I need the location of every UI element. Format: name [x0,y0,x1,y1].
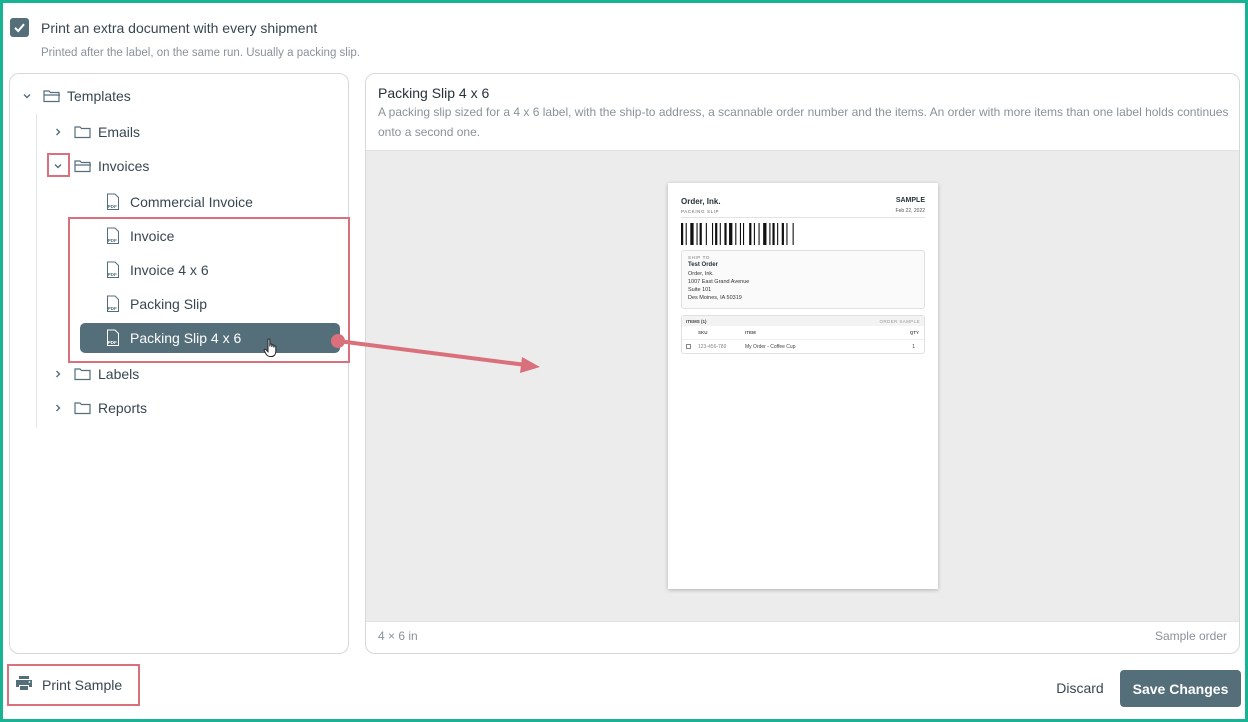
slip-subtitle: PACKING SLIP [681,209,720,214]
tree-folder-reports[interactable]: Reports [51,393,147,423]
ship-to-label: SHIP TO [688,255,710,260]
template-preview-panel: Packing Slip 4 x 6 A packing slip sized … [365,73,1240,654]
item-sku: 123-456-789 [698,344,727,350]
preview-source: Sample order [1154,629,1227,643]
folder-label-reports: Reports [98,400,148,416]
ship-to-line: Suite 101 [688,287,712,293]
folder-label-invoices: Invoices [98,158,150,174]
item-qty: 1 [912,344,915,350]
tree-file-commercial-invoice[interactable]: PDF Commercial Invoice [106,187,253,217]
items-title: ITEMS (1) [686,319,707,324]
items-col-qty: QTY [909,330,919,335]
tree-folder-emails[interactable]: Emails [51,117,140,147]
folder-icon [74,367,92,381]
check-icon [14,23,25,33]
preview-title: Packing Slip 4 x 6 [378,85,490,101]
ship-to-name: Test Order [688,262,718,268]
folder-label-labels: Labels [98,366,140,382]
items-col-item: ITEM [745,330,756,335]
folder-icon [74,125,92,139]
files-highlight-annotation [68,217,350,363]
printer-icon [15,675,33,696]
chevron-down-icon[interactable] [20,89,34,103]
order-barcode [681,223,794,245]
svg-text:PDF: PDF [108,204,117,209]
chevron-highlight-annotation [47,153,70,177]
ship-to-line: Des Moines, IA 50319 [688,295,742,301]
packing-slip-page: Order, Ink. PACKING SLIP SAMPLE Feb 22, … [668,183,938,589]
ship-to-line: 1007 East Grand Avenue [688,279,750,285]
items-col-sku: SKU [698,330,708,335]
ship-to-line: Order, Ink. [688,271,714,277]
items-table: ITEMS (1) ORDER SAMPLE SKU ITEM QTY 123-… [681,315,925,354]
slip-date: Feb 22, 2022 [895,208,925,214]
tree-root-templates[interactable]: Templates [20,81,131,111]
tree-root-label: Templates [67,88,131,104]
preview-size: 4 × 6 in [378,629,418,643]
slip-sample-badge: SAMPLE [895,197,925,204]
extra-document-option[interactable]: Print an extra document with every shipm… [10,18,317,37]
preview-canvas[interactable]: Order, Ink. PACKING SLIP SAMPLE Feb 22, … [366,150,1239,622]
items-divider [682,339,924,340]
discard-button[interactable]: Discard [1046,670,1114,706]
ship-to-box: SHIP TO Test Order Order, Ink. 1007 East… [681,250,925,309]
item-checkbox [686,344,691,349]
item-name: My Order - Coffee Cup [745,344,796,350]
folder-label-emails: Emails [98,124,141,140]
slip-company: Order, Ink. [681,197,721,206]
tree-guide-line [36,114,37,428]
folder-open-icon [43,89,61,103]
print-sample-button[interactable]: Print Sample [7,664,140,706]
extra-document-checkbox[interactable] [10,18,29,37]
extra-document-help: Printed after the label, on the same run… [41,47,360,59]
pdf-file-icon: PDF [106,193,122,211]
save-changes-button[interactable]: Save Changes [1120,670,1241,707]
folder-icon [74,401,92,415]
file-label: Commercial Invoice [130,194,253,210]
tree-folder-labels[interactable]: Labels [51,359,139,389]
extra-document-label: Print an extra document with every shipm… [41,19,318,36]
items-note: ORDER SAMPLE [879,319,920,324]
folder-open-icon [74,159,92,173]
slip-divider [681,217,925,218]
print-sample-label: Print Sample [42,677,123,693]
chevron-right-icon[interactable] [51,367,65,381]
preview-description: A packing slip sized for a 4 x 6 label, … [378,105,1229,139]
chevron-right-icon[interactable] [51,125,65,139]
chevron-right-icon[interactable] [51,401,65,415]
